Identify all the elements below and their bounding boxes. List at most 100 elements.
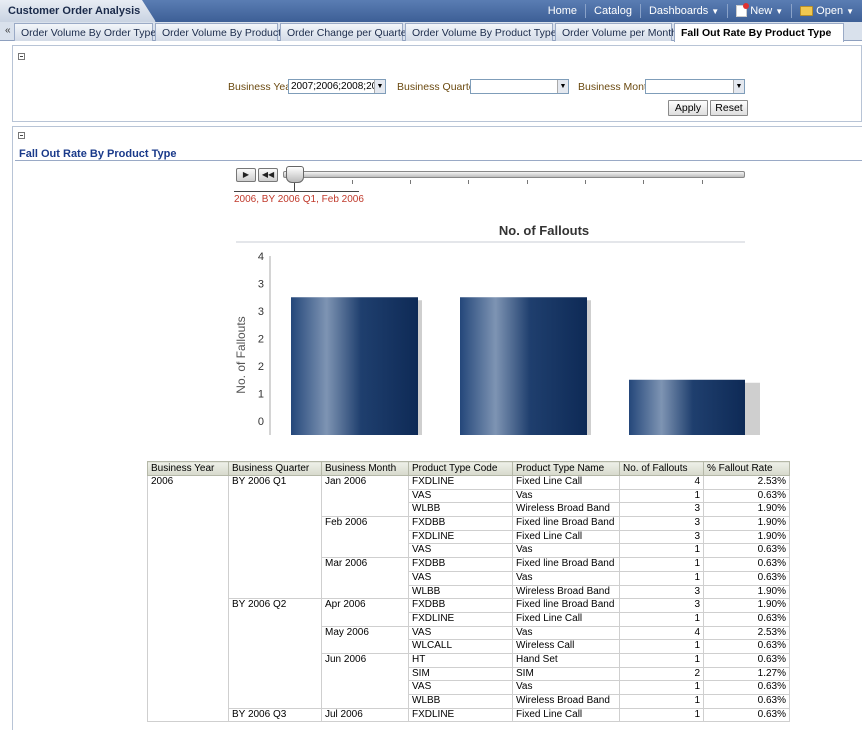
tab-order-volume-by-product-type[interactable]: Order Volume By Product Type [405,23,557,41]
play-icon: ▶ [242,170,250,179]
cell-no-of-fallouts: 1 [619,652,704,668]
slider-thumb[interactable] [286,166,304,183]
cell-business-month: Mar 2006 [321,557,409,600]
cell-fallout-rate: 0.63% [703,488,790,504]
collapse-icon[interactable] [18,53,25,60]
cell-product-type-code: VAS [408,488,513,504]
cell-product-type-code: FXDLINE [408,611,513,627]
slider-tick [352,180,353,184]
slider-track[interactable] [283,171,745,178]
column-header-fallout-rate[interactable]: % Fallout Rate [703,461,790,476]
business-year-select[interactable]: 2007;2006;2008;200 ▼ [288,79,386,94]
top-header-bar: Customer Order Analysis Home Catalog Das… [0,0,862,22]
cell-product-type-name: Wireless Broad Band [512,584,620,600]
slider-tick [702,180,703,184]
chart-title: No. of Fallouts [499,223,589,238]
cell-no-of-fallouts: 1 [619,680,704,695]
cell-no-of-fallouts: 1 [619,707,704,723]
business-year-label: Business Year [228,81,295,93]
slider-tick [585,180,586,184]
cell-no-of-fallouts: 3 [619,584,704,600]
business-month-select[interactable]: ▼ [645,79,745,94]
cell-business-quarter: BY 2006 Q3 [228,707,322,723]
y-tick-label: 0 [258,416,264,428]
tab-order-volume-per-month[interactable]: Order Volume per Month [555,23,677,41]
table-row: 2006 BY 2006 Q1 Jan 2006 FXDLINE Fixed Line … [147,474,790,723]
cell-fallout-rate: 1.90% [703,584,790,600]
slider-current-value: 2006, BY 2006 Q1, Feb 2006 [234,194,364,205]
cell-product-type-name: Fixed Line Call [512,475,620,490]
slider-label-underline [234,191,359,192]
slider-pointer [294,183,295,191]
business-quarter-select[interactable]: ▼ [470,79,569,94]
catalog-link[interactable]: Catalog [586,5,640,17]
cell-business-month: Jul 2006 [321,707,409,723]
cell-business-month: Jan 2006 [321,474,409,518]
cell-product-type-code: VAS [408,625,513,641]
dropdown-arrow-icon: ▼ [733,80,744,93]
app-title: Customer Order Analysis [8,5,141,17]
cell-fallout-rate: 0.63% [703,639,790,654]
cell-product-type-name: Fixed Line Call [512,611,620,627]
rewind-icon: ◀◀ [261,170,275,179]
tab-scroll-left-icon[interactable]: « [5,25,11,36]
cell-product-type-name: Vas [512,680,620,695]
new-menu[interactable]: New ▼ [728,3,791,17]
play-button[interactable]: ▶ [236,168,256,182]
cell-product-type-code: WLCALL [408,639,513,654]
cell-fallout-rate: 0.63% [703,570,790,586]
column-header-product-type-name[interactable]: Product Type Name [512,461,620,476]
table-row: BY 2006 Q2 Apr 2006 FXDBB Fixed line Broad … [148,598,790,709]
cell-product-type-code: FXDLINE [408,529,513,545]
tab-order-volume-by-order-type[interactable]: Order Volume By Order Type [14,23,156,41]
cell-product-type-name: Vas [512,625,620,641]
rewind-button[interactable]: ◀◀ [258,168,278,182]
tab-fall-out-rate-by-product-type[interactable]: Fall Out Rate By Product Type [674,23,844,42]
y-axis-label: No. of Fallouts [234,316,248,393]
cell-no-of-fallouts: 3 [619,502,704,518]
cell-fallout-rate: 2.53% [703,625,790,641]
collapse-icon[interactable] [18,132,25,139]
cell-fallout-rate: 0.63% [703,694,790,709]
prompts-panel: Business Year 2007;2006;2008;200 ▼ Busine… [12,45,862,122]
cell-fallout-rate: 2.53% [703,475,790,490]
cell-no-of-fallouts: 2 [619,666,704,682]
cell-fallout-rate: 1.90% [703,516,790,531]
cell-no-of-fallouts: 3 [619,598,704,613]
cell-no-of-fallouts: 4 [619,475,704,490]
cell-product-type-name: Vas [512,488,620,504]
column-header-business-month[interactable]: Business Month [321,461,409,476]
open-menu[interactable]: Open ▼ [792,5,862,17]
cell-product-type-name: Fixed Line Call [512,707,620,723]
cell-product-type-code: SIM [408,666,513,682]
tab-order-change-per-quarter[interactable]: Order Change per Quarter [280,23,410,41]
cell-fallout-rate: 0.63% [703,557,790,572]
cell-product-type-code: FXDBB [408,598,513,613]
cell-no-of-fallouts: 1 [619,570,704,586]
bar[interactable] [460,297,587,435]
cell-business-year: 2006 [147,474,229,723]
column-header-product-type-code[interactable]: Product Type Code [408,461,513,476]
bar[interactable] [629,379,745,435]
column-header-business-quarter[interactable]: Business Quarter [228,461,322,476]
tab-order-volume-by-product[interactable]: Order Volume By Product [155,23,281,41]
business-month-label: Business Month [578,81,653,93]
cell-product-type-name: SIM [512,666,620,682]
reset-button[interactable]: Reset [710,100,748,116]
fallouts-bar-chart: No. of Fallouts No. of Fallouts 0 1 2 2 3 3 4 [234,223,760,435]
cell-business-month: Feb 2006 [321,516,409,559]
bar[interactable] [291,297,418,435]
apply-button[interactable]: Apply [668,100,708,116]
cell-no-of-fallouts: 4 [619,625,704,641]
column-header-no-of-fallouts[interactable]: No. of Fallouts [619,461,704,476]
y-tick-label: 1 [258,389,264,401]
cell-fallout-rate: 1.90% [703,598,790,613]
cell-business-month: Jun 2006 [321,652,409,709]
business-quarter-label: Business Quarter [397,81,479,93]
cell-business-month: May 2006 [321,625,409,654]
fallout-data-table: Business Year Business Quarter Business … [147,461,790,723]
cell-product-type-name: Fixed line Broad Band [512,516,620,531]
column-header-business-year[interactable]: Business Year [147,461,229,476]
home-link[interactable]: Home [540,5,585,17]
dashboards-menu[interactable]: Dashboards ▼ [641,5,727,17]
